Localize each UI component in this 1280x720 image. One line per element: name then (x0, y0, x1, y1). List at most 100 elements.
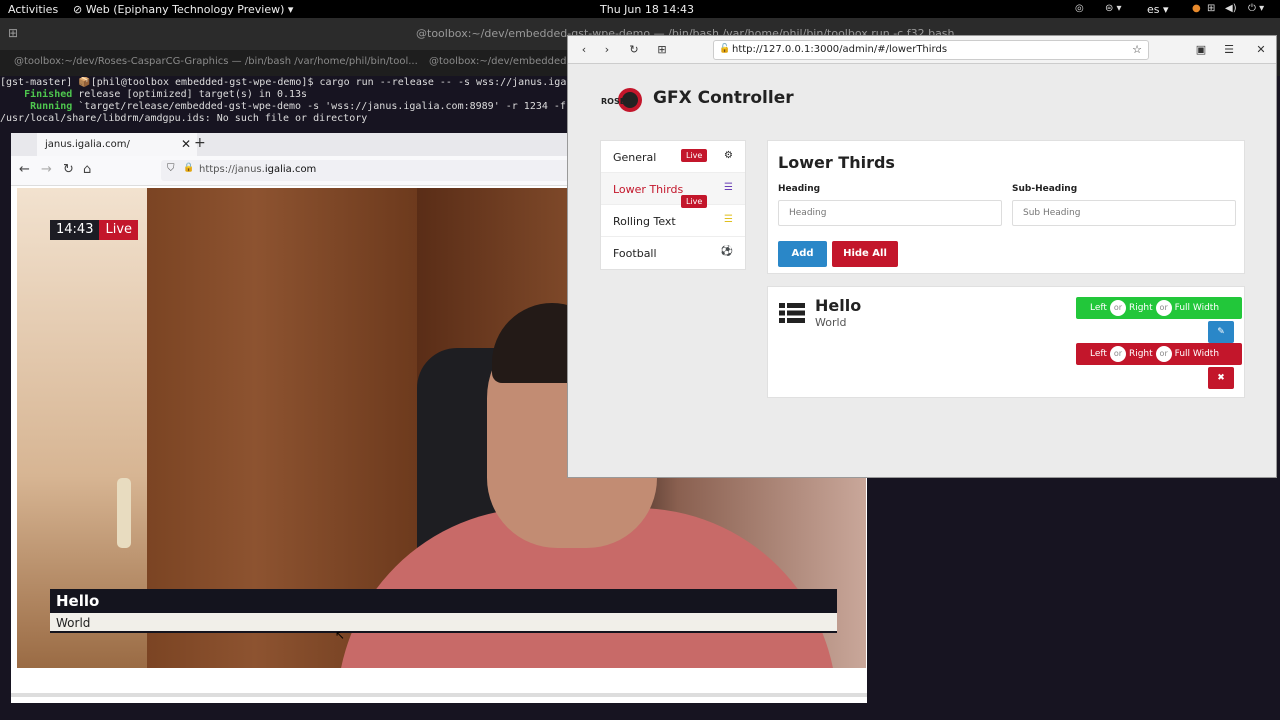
football-icon: ⚽ (720, 246, 733, 257)
volume-icon[interactable]: ◀) (1225, 3, 1237, 14)
item-subtitle: World (815, 316, 847, 329)
epiphany-window: ‹ › ↻ ⊞ 🔓 http://127.0.0.1:3000/admin/#/… (567, 35, 1277, 478)
hide-right-button[interactable]: Right (1129, 349, 1153, 359)
or-divider: or (1109, 300, 1126, 316)
door-handle (117, 478, 131, 548)
list-icon (779, 303, 805, 323)
or-divider: or (1109, 346, 1126, 362)
sync-icon[interactable]: ◎ (1075, 3, 1084, 14)
show-full-width-button[interactable]: Full Width (1175, 303, 1219, 313)
lower-thirds-form: Lower Thirds Heading Sub-Heading Add Hid… (767, 140, 1245, 274)
edit-button[interactable]: ✎ (1208, 321, 1234, 343)
forward-icon[interactable]: → (41, 162, 52, 177)
heading-input[interactable] (778, 200, 1002, 226)
firefox-url-bar[interactable]: ⛉ 🔒 https://janus.igalia.com (161, 160, 581, 181)
add-button[interactable]: Add (778, 241, 827, 267)
shield-icon[interactable]: ⛉ (167, 163, 175, 174)
sidebar-item-football[interactable]: Football ⚽ (601, 237, 745, 269)
close-icon: ✖ (1217, 373, 1225, 383)
mouse-cursor-icon: ↖ (335, 628, 346, 642)
insecure-lock-icon[interactable]: 🔓 (719, 44, 730, 54)
epiphany-url-bar[interactable]: 🔓 http://127.0.0.1:3000/admin/#/lowerThi… (713, 40, 1149, 60)
app-menu[interactable]: ⊘ Web (Epiphany Technology Preview) ▾ (73, 3, 293, 16)
lower-third-subheading: World (50, 613, 837, 633)
sidebar-nav: General Live ⚙ Lower Thirds Live ☰ Rolli… (600, 140, 746, 270)
power-icon[interactable]: ⏻ ▾ (1248, 3, 1264, 14)
horizontal-scrollbar[interactable] (11, 693, 867, 697)
lock-icon[interactable]: 🔒 (183, 163, 194, 173)
url-text: http://127.0.0.1:3000/admin/#/lowerThird… (732, 44, 948, 55)
app-title: GFX Controller (653, 88, 794, 108)
hide-full-width-button[interactable]: Full Width (1175, 349, 1219, 359)
new-tab-icon[interactable]: ⊞ (651, 41, 673, 59)
or-divider: or (1155, 300, 1172, 316)
hamburger-menu-icon[interactable]: ☰ (1218, 41, 1240, 59)
back-icon[interactable]: ← (19, 162, 30, 177)
back-icon[interactable]: ‹ (573, 41, 595, 59)
show-left-button[interactable]: Left (1090, 303, 1107, 313)
url-prefix: https://janus. (199, 164, 265, 175)
hide-all-button[interactable]: Hide All (832, 241, 898, 267)
terminal-tab-1[interactable]: @toolbox:~/dev/Roses-CasparCG-Graphics —… (14, 56, 418, 67)
subheading-label: Sub-Heading (1012, 184, 1078, 194)
hide-button-group: Left or Right or Full Width (1076, 343, 1242, 365)
running-word: Running (30, 101, 73, 112)
reload-icon[interactable]: ↻ (63, 162, 74, 177)
new-tab-button[interactable]: + (194, 135, 206, 151)
gnome-top-bar: Activities ⊘ Web (Epiphany Technology Pr… (0, 0, 1280, 18)
subheading-input[interactable] (1012, 200, 1236, 226)
list-icon: ☰ (724, 182, 733, 193)
delete-button[interactable]: ✖ (1208, 367, 1234, 389)
lower-third-overlay: Hello World (50, 589, 837, 633)
overlay-time: 14:43 (50, 220, 100, 240)
activities-button[interactable]: Activities (8, 3, 58, 16)
or-divider: or (1155, 346, 1172, 362)
language-indicator[interactable]: es ▾ (1147, 3, 1169, 16)
hide-left-button[interactable]: Left (1090, 349, 1107, 359)
new-tab-icon[interactable]: ⊞ (8, 26, 18, 40)
display-icon[interactable]: ⊜ ▾ (1105, 3, 1122, 14)
lower-third-item-card: Hello World Left or Right or Full Width … (767, 286, 1245, 398)
finished-word: Finished (24, 89, 73, 100)
network-icon[interactable]: ⊞ (1207, 3, 1215, 14)
close-window-icon[interactable]: ✕ (1250, 41, 1272, 59)
tab-title: janus.igalia.com/ (45, 139, 130, 150)
edit-icon: ✎ (1217, 327, 1225, 337)
tabs-overview-icon[interactable]: ▣ (1190, 41, 1212, 59)
firefox-tab[interactable]: janus.igalia.com/ ✕ (37, 133, 197, 156)
logo-text: ROSES (601, 97, 631, 106)
bookmark-star-icon[interactable]: ☆ (1132, 43, 1142, 56)
show-right-button[interactable]: Right (1129, 303, 1153, 313)
sidebar-item-label: Rolling Text (613, 215, 676, 228)
heading-label: Heading (778, 184, 821, 194)
sidebar-item-label: Lower Thirds (613, 183, 684, 196)
sidebar-item-lower-thirds[interactable]: Lower Thirds Live ☰ (601, 173, 745, 208)
sidebar-item-label: Football (613, 247, 657, 260)
sidebar-item-rolling-text[interactable]: Rolling Text ☰ (601, 205, 745, 237)
gears-icon: ⚙ (724, 150, 733, 161)
lower-third-heading: Hello (50, 589, 837, 613)
list-icon: ☰ (724, 214, 733, 225)
terminal-line: Running `target/release/embedded-gst-wpe… (30, 101, 566, 112)
home-icon[interactable]: ⌂ (83, 162, 91, 177)
form-title: Lower Thirds (778, 153, 895, 172)
roses-logo: ROSES (601, 88, 642, 112)
show-button-group: Left or Right or Full Width (1076, 297, 1242, 319)
clock[interactable]: Thu Jun 18 14:43 (600, 3, 694, 16)
sidebar-item-label: General (613, 151, 657, 164)
sidebar-item-general[interactable]: General Live ⚙ (601, 141, 745, 173)
epiphany-app-icon: ⊘ (73, 3, 86, 16)
overlay-live-badge: Live (99, 220, 139, 240)
close-tab-icon[interactable]: ✕ (181, 137, 191, 151)
terminal-output: [gst-master] 📦[phil@toolbox embedded-gst… (0, 77, 580, 125)
terminal-line: /usr/local/share/libdrm/amdgpu.ids: No s… (0, 113, 368, 124)
terminal-line: [gst-master] 📦[phil@toolbox embedded-gst… (0, 77, 579, 88)
reload-icon[interactable]: ↻ (623, 41, 645, 59)
epiphany-header-bar: ‹ › ↻ ⊞ 🔓 http://127.0.0.1:3000/admin/#/… (568, 36, 1276, 64)
live-clock-overlay: 14:43 Live (50, 220, 139, 240)
item-title: Hello (815, 296, 862, 315)
notification-dot-icon: ● (1192, 3, 1201, 14)
terminal-line: Finished release [optimized] target(s) i… (24, 89, 308, 100)
url-domain: igalia.com (264, 164, 317, 175)
forward-icon[interactable]: › (596, 41, 618, 59)
